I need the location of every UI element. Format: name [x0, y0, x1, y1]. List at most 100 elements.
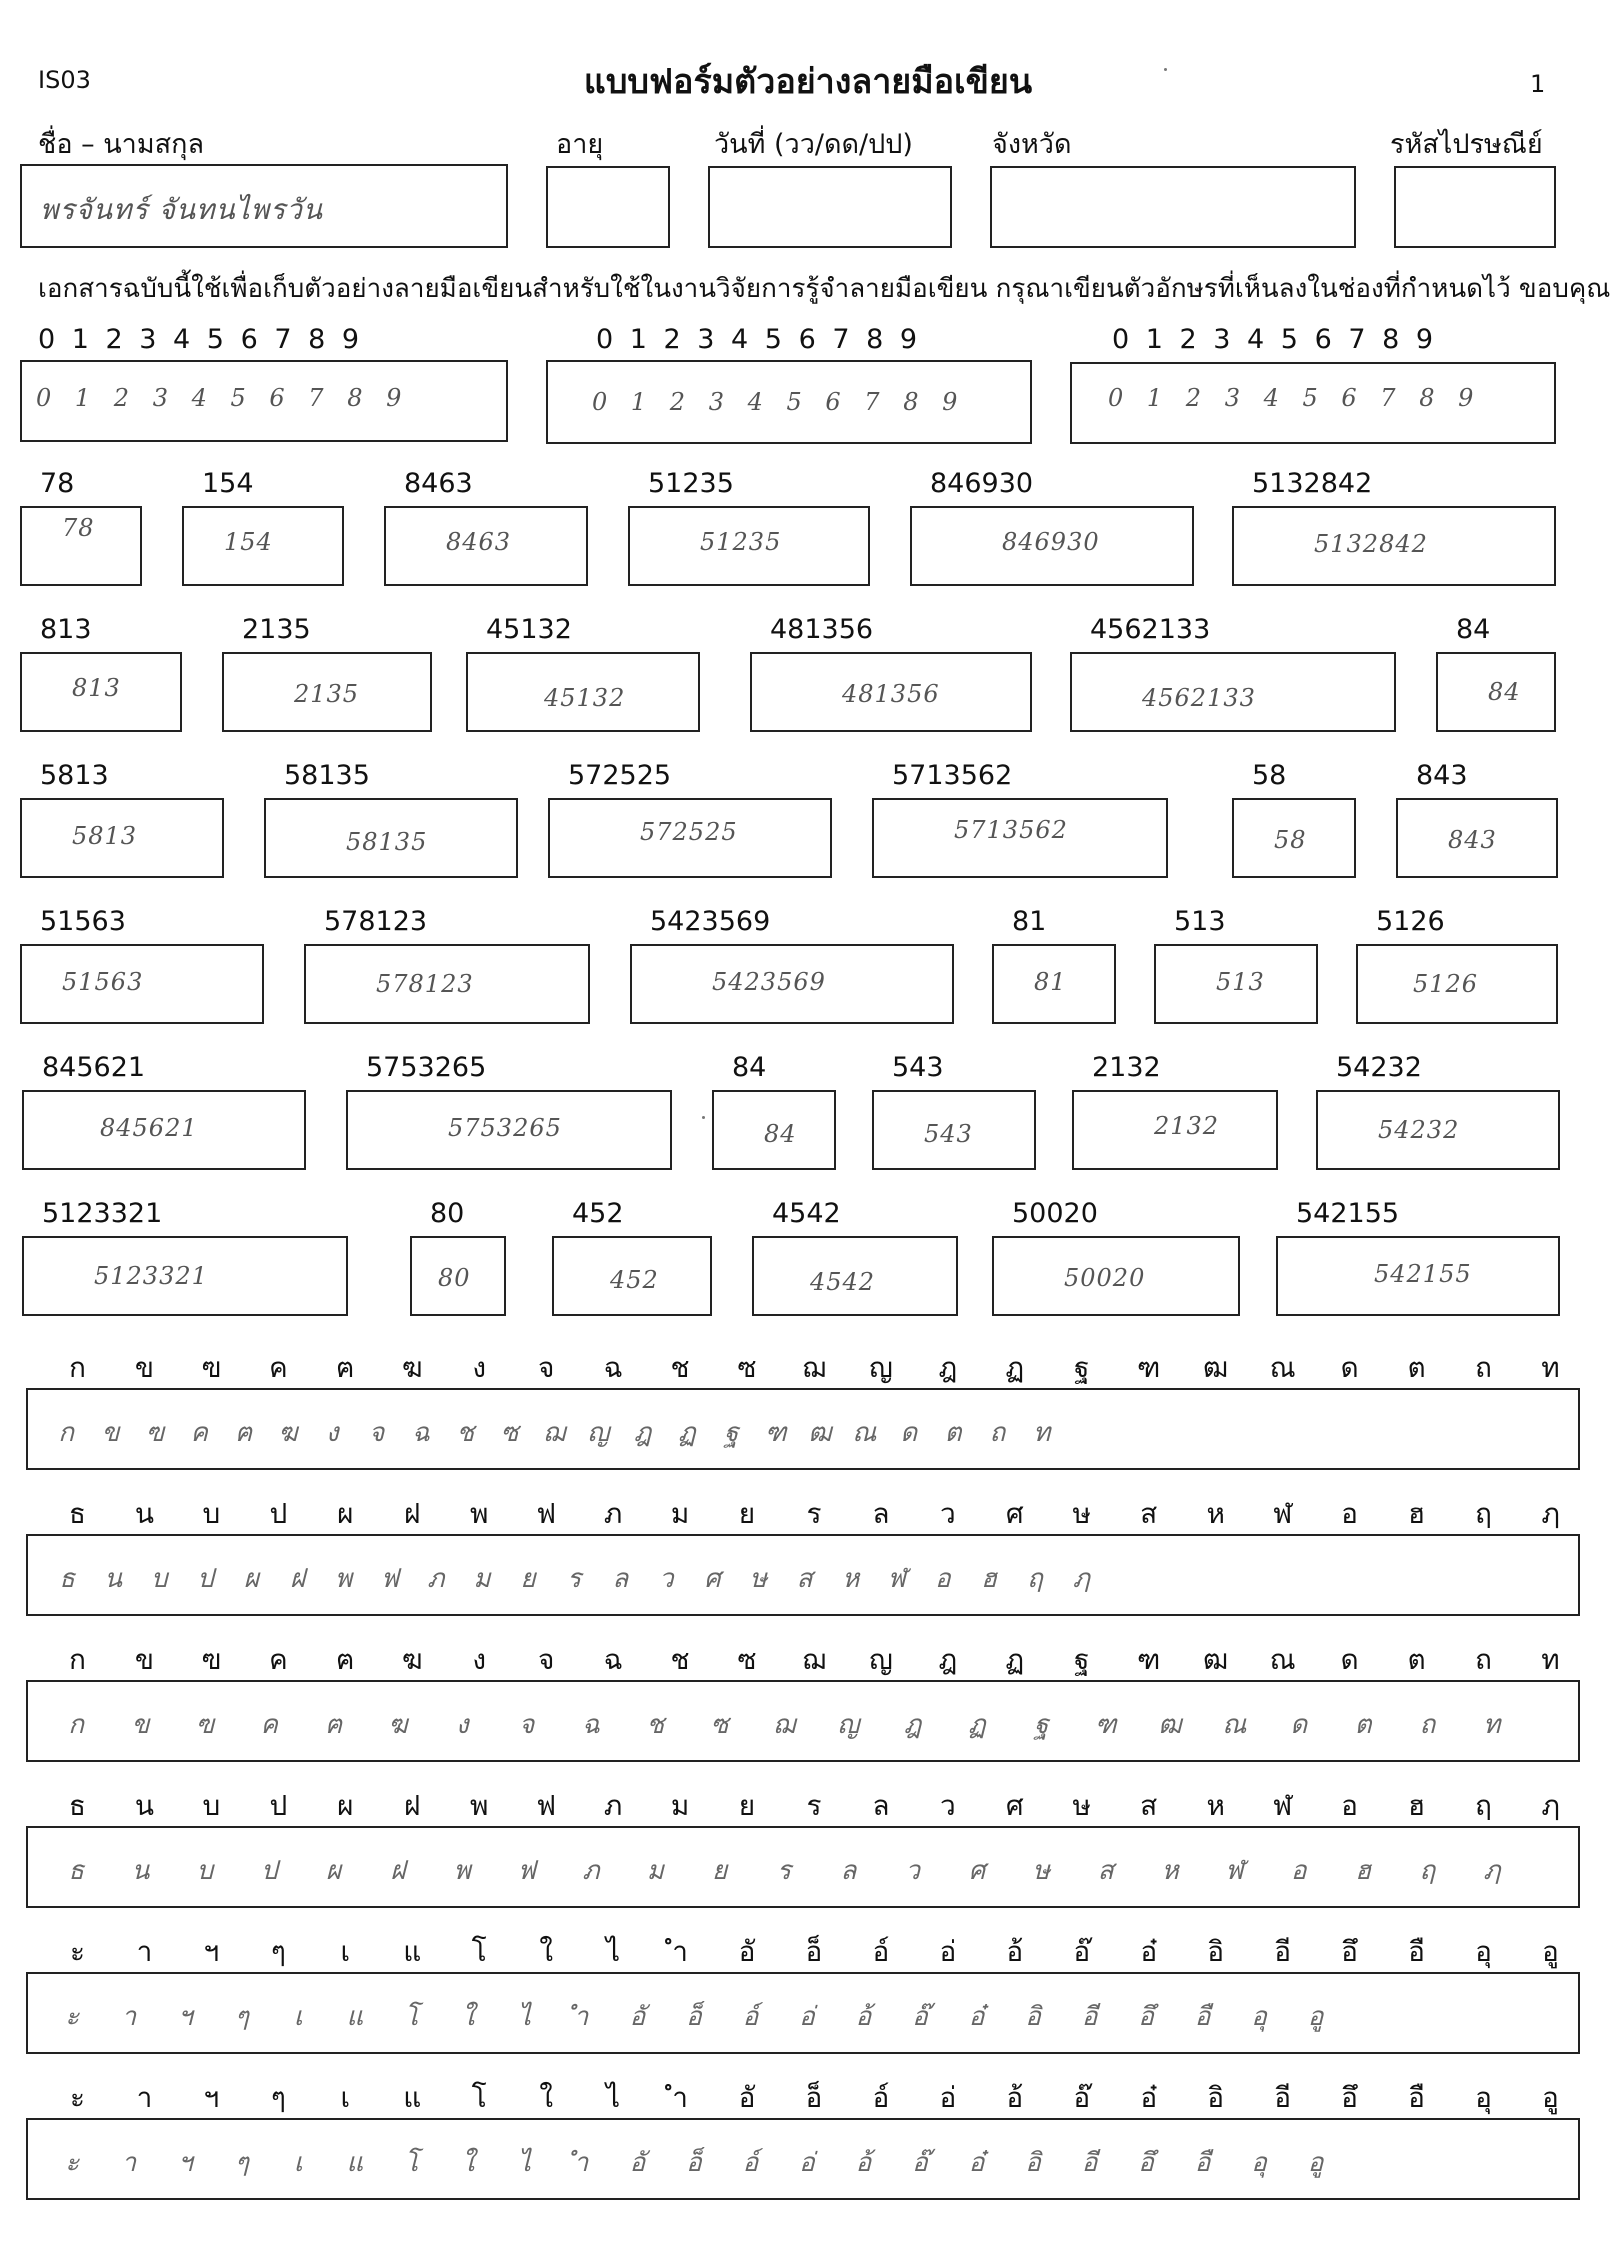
number-handwriting: 5713562 — [954, 816, 1068, 844]
thai-char-handwriting-row: กขฃคฅฆงจฉชซฌญฎฏฐฑฒณดตถท — [44, 1412, 1064, 1453]
number-answer-box[interactable]: 481356 — [750, 652, 1032, 732]
name-label: ชื่อ – นามสกุล — [38, 129, 204, 160]
postcode-label: รหัสไปรษณีย์ — [1390, 129, 1543, 160]
thai-char-handwriting: ก — [58, 1418, 75, 1448]
thai-char-handwriting: อื — [1194, 2148, 1211, 2178]
thai-char-prompt: ฒ — [1203, 1643, 1229, 1676]
thai-char-handwriting: ฉ — [412, 1418, 430, 1448]
number-answer-box[interactable]: 84 — [712, 1090, 836, 1170]
age-field[interactable] — [546, 166, 670, 248]
digit-prompt-label: 0 1 2 3 4 5 6 7 8 9 — [1112, 324, 1438, 355]
thai-char-prompt: อ๋ — [1140, 2081, 1158, 2114]
number-answer-box[interactable]: 578123 — [304, 944, 590, 1024]
digit-answer-box[interactable]: 0 1 2 3 4 5 6 7 8 9 — [546, 360, 1032, 444]
thai-char-handwriting: จ — [518, 1710, 535, 1740]
thai-char-prompt: ข — [134, 1643, 154, 1676]
thai-char-answer-box[interactable]: ะ า ฯ ๆ เ แ โ ใ ไ ำ อั อ็ อ์ อ่ อ้ อ๊ อ๋ อิ อี อึ อื อุ อู — [26, 2118, 1580, 2200]
number-answer-box[interactable]: 4542 — [752, 1236, 958, 1316]
thai-char-prompt: อ่ — [939, 2081, 957, 2114]
thai-char-handwriting: พ — [335, 1564, 353, 1594]
number-answer-box[interactable]: 2135 — [222, 652, 432, 732]
number-answer-box[interactable]: 452 — [552, 1236, 712, 1316]
thai-char-handwriting: ซ — [500, 1418, 519, 1448]
number-answer-box[interactable]: 5753265 — [346, 1090, 672, 1170]
number-answer-box[interactable]: 54232 — [1316, 1090, 1560, 1170]
thai-char-prompt: ห — [1206, 1789, 1225, 1822]
number-answer-box[interactable]: 5126 — [1356, 944, 1558, 1024]
number-answer-box[interactable]: 4562133 — [1070, 652, 1396, 732]
thai-char-handwriting: ล — [840, 1856, 857, 1886]
digit-answer-box[interactable]: 0 1 2 3 4 5 6 7 8 9 — [1070, 362, 1556, 444]
number-answer-box[interactable]: 813 — [20, 652, 182, 732]
thai-char-prompt: ล — [872, 1497, 890, 1530]
thai-char-handwriting: ณ — [852, 1418, 877, 1448]
thai-char-answer-box[interactable]: กขฃคฅฆงจฉชซฌญฎฏฐฑฒณดตถท — [26, 1388, 1580, 1470]
number-answer-box[interactable]: 5713562 — [872, 798, 1168, 878]
thai-char-prompt: อุ — [1475, 2081, 1492, 2114]
thai-char-prompt: ใ — [539, 1935, 553, 1968]
thai-char-handwriting: อู — [1307, 2002, 1324, 2032]
scan-speck — [1164, 68, 1167, 71]
number-answer-box[interactable]: 543 — [872, 1090, 1036, 1170]
number-answer-box[interactable]: 5813 — [20, 798, 224, 878]
thai-char-prompt: อึ — [1341, 1935, 1358, 1968]
digit-answer-box[interactable]: 0 1 2 3 4 5 6 7 8 9 — [20, 360, 508, 442]
number-answer-box[interactable]: 45132 — [466, 652, 700, 732]
number-answer-box[interactable]: 80 — [410, 1236, 506, 1316]
number-answer-box[interactable]: 846930 — [910, 506, 1194, 586]
thai-char-prompt: อี — [1274, 2081, 1292, 2114]
number-prompt-label: 572525 — [568, 760, 672, 791]
number-prompt-label: 5123321 — [42, 1198, 163, 1229]
date-field[interactable] — [708, 166, 952, 248]
thai-char-handwriting: น — [131, 1856, 150, 1886]
number-answer-box[interactable]: 5423569 — [630, 944, 954, 1024]
thai-char-handwriting: อ๊ — [912, 2002, 928, 2032]
number-answer-box[interactable]: 5123321 — [22, 1236, 348, 1316]
number-answer-box[interactable]: 845621 — [22, 1090, 306, 1170]
number-answer-box[interactable]: 5132842 — [1232, 506, 1556, 586]
thai-char-prompt: อ๊ — [1073, 2081, 1091, 2114]
number-answer-box[interactable]: 843 — [1396, 798, 1558, 878]
thai-char-answer-box[interactable]: กขฃคฅฆงจฉชซฌญฎฏฐฑฒณดตถท — [26, 1680, 1580, 1762]
thai-char-handwriting: ห — [842, 1564, 860, 1594]
thai-char-handwriting: ฏ — [678, 1418, 696, 1448]
number-answer-box[interactable]: 58135 — [264, 798, 518, 878]
thai-char-prompt-row: ะ า ฯ ๆ เ แ โ ใ ไ ำ อั อ็ อ์ อ่ อ้ อ๊ อ๋ อิ อี อึ อื อุ อู — [44, 1930, 1584, 1974]
thai-char-handwriting: ข — [101, 1418, 120, 1448]
number-answer-box[interactable]: 78 — [20, 506, 142, 586]
number-answer-box[interactable]: 8463 — [384, 506, 588, 586]
number-answer-box[interactable]: 58 — [1232, 798, 1356, 878]
thai-char-prompt: ฉ — [603, 1643, 623, 1676]
number-answer-box[interactable]: 542155 — [1276, 1236, 1560, 1316]
thai-char-handwriting: ศ — [704, 1564, 721, 1594]
thai-char-prompt: เ — [340, 2081, 351, 2114]
thai-char-answer-box[interactable]: ะ า ฯ ๆ เ แ โ ใ ไ ำ อั อ็ อ์ อ่ อ้ อ๊ อ๋ อิ อี อึ อื อุ อู — [26, 1972, 1580, 2054]
number-answer-box[interactable]: 84 — [1436, 652, 1556, 732]
thai-char-prompt: ช — [670, 1643, 690, 1676]
thai-char-answer-box[interactable]: ธนบปผฝพฟภมยรลวศษสหฬอฮฤฦ — [26, 1826, 1580, 1908]
thai-char-answer-box[interactable]: ธนบปผฝพฟภมยรลวศษสหฬอฮฤฦ — [26, 1534, 1580, 1616]
number-answer-box[interactable]: 81 — [992, 944, 1116, 1024]
thai-char-prompt: ษ — [1072, 1789, 1091, 1822]
number-prompt-label: 58 — [1252, 760, 1287, 791]
thai-char-handwriting: อั — [629, 2148, 646, 2178]
thai-char-handwriting: ฆ — [278, 1418, 298, 1448]
number-answer-box[interactable]: 2132 — [1072, 1090, 1278, 1170]
thai-char-prompt: อ์ — [872, 1935, 890, 1968]
number-prompt-label: 846930 — [930, 468, 1034, 499]
thai-char-handwriting: ฅ — [324, 1710, 343, 1740]
number-answer-box[interactable]: 50020 — [992, 1236, 1240, 1316]
name-field[interactable]: พรจันทร์ จันทนไพรวัน — [20, 164, 508, 248]
number-answer-box[interactable]: 154 — [182, 506, 344, 586]
thai-char-prompt: ฒ — [1203, 1351, 1229, 1384]
number-answer-box[interactable]: 51563 — [20, 944, 264, 1024]
number-answer-box[interactable]: 572525 — [548, 798, 832, 878]
province-field[interactable] — [990, 166, 1356, 248]
thai-char-handwriting: ญ — [587, 1418, 610, 1448]
number-handwriting: 4562133 — [1142, 684, 1256, 712]
number-answer-box[interactable]: 513 — [1154, 944, 1318, 1024]
thai-char-handwriting: อ็ — [686, 2002, 702, 2032]
thai-char-prompt: ถ — [1475, 1643, 1492, 1676]
postcode-field[interactable] — [1394, 166, 1556, 248]
number-answer-box[interactable]: 51235 — [628, 506, 870, 586]
